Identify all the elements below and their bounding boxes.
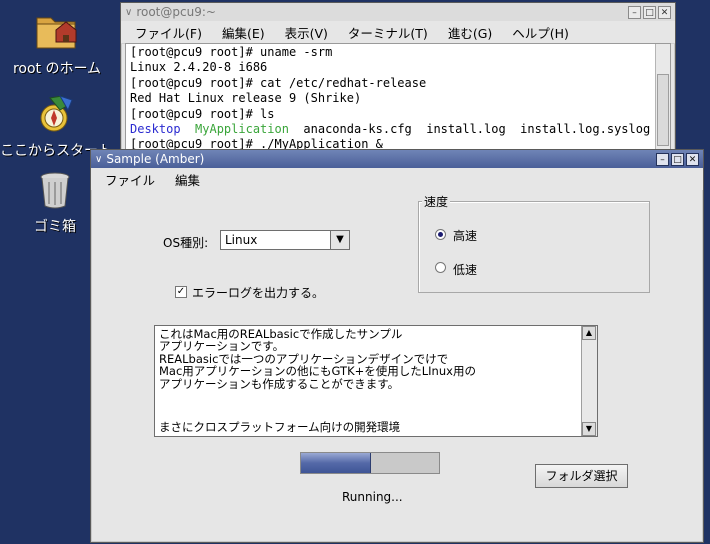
start-here-icon xyxy=(0,94,118,138)
radio-fast[interactable] xyxy=(435,229,446,240)
terminal-line: [root@pcu9 root]# cat /etc/redhat-releas… xyxy=(130,75,427,90)
menu-file[interactable]: ファイル(F) xyxy=(125,21,212,44)
terminal-window[interactable]: ∨ root@pcu9:~ – □ ✕ ファイル(F) 編集(E) 表示(V) … xyxy=(120,2,676,154)
scroll-up-icon[interactable]: ▲ xyxy=(582,326,596,340)
desktop-icon-label: root のホーム xyxy=(12,61,102,77)
speed-group xyxy=(418,201,650,293)
progress-bar xyxy=(300,452,440,474)
minimize-icon[interactable]: – xyxy=(656,152,669,166)
folder-select-button[interactable]: フォルダ選択 xyxy=(535,464,628,488)
desktop-icon-label: ゴミ箱 xyxy=(34,219,76,235)
minimize-icon[interactable]: – xyxy=(628,5,641,19)
window-menu-icon[interactable]: ∨ xyxy=(125,7,132,18)
menu-edit[interactable]: 編集 xyxy=(165,168,210,191)
terminal-title: root@pcu9:~ xyxy=(136,5,216,19)
textarea-line: まさにクロスプラットフォーム向けの開発環境 xyxy=(159,420,401,434)
textarea-line: アプリケーションも作成することができます。 xyxy=(159,376,400,391)
terminal-scrollbar[interactable] xyxy=(655,44,670,152)
textarea-line: Mac用アプリケーションの他にもGTK+を使用したLInux用の xyxy=(159,364,476,379)
ls-entry-exec: MyApplication xyxy=(195,122,289,137)
sample-titlebar[interactable]: ∨ Sample (Amber) – □ ✕ xyxy=(91,150,703,168)
maximize-icon[interactable]: □ xyxy=(671,152,684,166)
desktop-icon-trash[interactable]: ゴミ箱 xyxy=(10,170,100,236)
menu-file[interactable]: ファイル xyxy=(95,168,165,191)
scrollbar-thumb[interactable] xyxy=(657,74,669,146)
desktop-icon-home[interactable]: root のホーム xyxy=(2,8,112,78)
os-type-value: Linux xyxy=(225,233,258,247)
menu-view[interactable]: 表示(V) xyxy=(275,21,338,44)
terminal-line: Linux 2.4.20-8 i686 xyxy=(130,60,268,75)
trash-icon xyxy=(10,170,100,214)
terminal-line: Red Hat Linux release 9 (Shrike) xyxy=(130,91,362,106)
close-icon[interactable]: ✕ xyxy=(658,5,671,19)
terminal-output[interactable]: [root@pcu9 root]# uname -srm Linux 2.4.2… xyxy=(125,43,671,153)
home-folder-icon xyxy=(2,8,112,56)
errorlog-checkbox[interactable]: ✓ xyxy=(175,286,187,298)
errorlog-label[interactable]: エラーログを出力する。 xyxy=(192,284,324,301)
radio-slow-label[interactable]: 低速 xyxy=(453,261,477,278)
ls-entry-files: anaconda-ks.cfg install.log install.log.… xyxy=(303,122,651,137)
window-menu-icon[interactable]: ∨ xyxy=(95,154,102,165)
status-text: Running... xyxy=(342,490,403,504)
terminal-titlebar[interactable]: ∨ root@pcu9:~ – □ ✕ xyxy=(121,3,675,21)
sample-menubar: ファイル 編集 xyxy=(91,168,703,190)
menu-terminal[interactable]: ターミナル(T) xyxy=(338,21,438,44)
description-textarea[interactable]: これはMac用のREALbasicで作成したサンプル アプリケーションです。 REA… xyxy=(154,325,598,437)
sample-title: Sample (Amber) xyxy=(106,152,205,166)
radio-slow[interactable] xyxy=(435,262,446,273)
os-type-select[interactable]: Linux ▼ xyxy=(220,230,350,250)
radio-fast-label[interactable]: 高速 xyxy=(453,227,477,244)
terminal-menubar: ファイル(F) 編集(E) 表示(V) ターミナル(T) 進む(G) ヘルプ(H… xyxy=(121,21,675,44)
terminal-ls-output: Desktop MyApplication anaconda-ks.cfg in… xyxy=(130,122,666,137)
menu-go[interactable]: 進む(G) xyxy=(438,21,502,44)
progress-fill xyxy=(301,453,371,473)
textarea-content: これはMac用のREALbasicで作成したサンプル アプリケーションです。 REA… xyxy=(159,328,579,390)
close-icon[interactable]: ✕ xyxy=(686,152,699,166)
textarea-line: アプリケーションです。 xyxy=(159,339,285,354)
terminal-line: [root@pcu9 root]# uname -srm xyxy=(130,45,333,59)
terminal-line: [root@pcu9 root]# ls xyxy=(130,106,275,121)
maximize-icon[interactable]: □ xyxy=(643,5,656,19)
menu-help[interactable]: ヘルプ(H) xyxy=(502,21,579,44)
scroll-down-icon[interactable]: ▼ xyxy=(582,422,596,436)
ls-entry-dir: Desktop xyxy=(130,122,181,137)
os-type-label: OS種別: xyxy=(163,236,209,250)
speed-group-title: 速度 xyxy=(422,193,451,210)
menu-edit[interactable]: 編集(E) xyxy=(212,21,275,44)
textarea-scrollbar[interactable]: ▲ ▼ xyxy=(581,326,597,436)
chevron-down-icon[interactable]: ▼ xyxy=(330,231,349,249)
